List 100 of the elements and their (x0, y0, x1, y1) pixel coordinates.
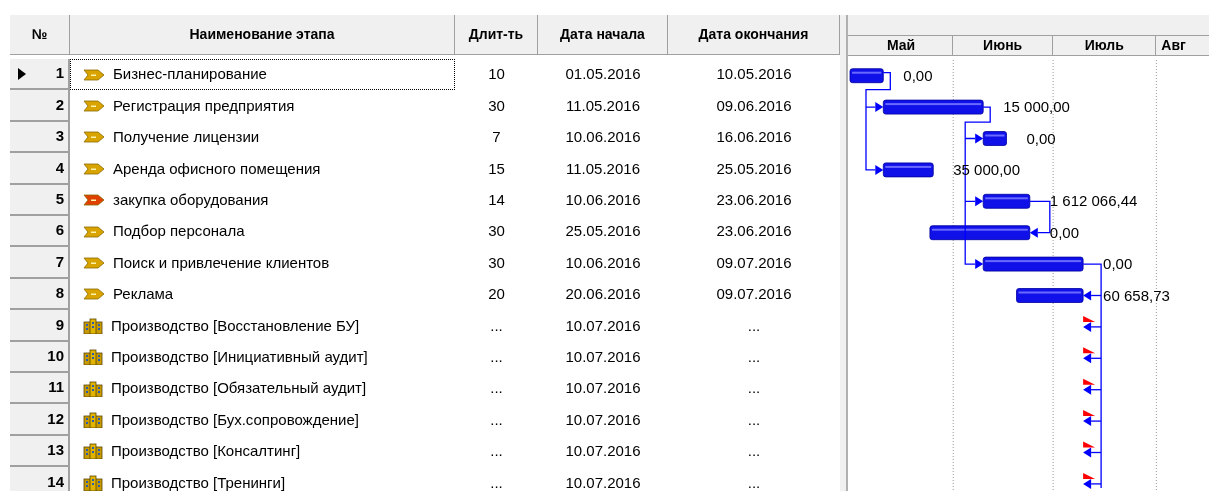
current-row-icon (18, 67, 26, 80)
table-cell-text: ... (746, 441, 762, 462)
row-number: 14 (47, 471, 64, 491)
row-header[interactable]: 14 (10, 467, 70, 491)
table-cell-text: 09.07.2016 (715, 284, 793, 305)
building-icon (83, 317, 103, 334)
row-number: 1 (55, 63, 64, 84)
table-cell-text: ... (746, 315, 762, 336)
table-cell-text: 09.07.2016 (715, 252, 793, 273)
table-cell-text: 30 (487, 221, 506, 242)
building-icon (83, 412, 103, 428)
flag-icon (1083, 441, 1096, 448)
row-number: 10 (47, 345, 64, 366)
table-cell-text: 10.07.2016 (564, 441, 642, 462)
column-header[interactable]: Наименование этапа (70, 15, 455, 55)
row-number: 7 (55, 251, 64, 272)
table-cell-text: 11.05.2016 (565, 95, 641, 116)
table-cell-text: 10.07.2016 (564, 409, 642, 430)
task-bar[interactable] (982, 193, 1031, 209)
row-header[interactable]: 4 (10, 153, 70, 185)
flag-icon (1083, 347, 1096, 354)
table-cell-text: ... (746, 378, 762, 399)
table-cell-text: ... (489, 315, 504, 336)
stage-name: Производство [Бух.сопровождение] (111, 409, 359, 430)
task-bar[interactable] (929, 225, 1031, 241)
row-header[interactable]: 5 (10, 184, 70, 216)
month-header: Июнь (953, 36, 1054, 55)
stage-name: Получение лицензии (113, 127, 260, 148)
row-header[interactable]: 12 (10, 404, 70, 436)
row-header[interactable]: 9 (10, 310, 70, 342)
stage-name: Производство [Тренинги] (111, 472, 286, 491)
stage-name: Поиск и привлечение клиентов (113, 252, 330, 273)
table-cell-text: 23.06.2016 (715, 190, 793, 210)
row-header[interactable]: 1 (10, 59, 70, 91)
table-cell-text: ... (746, 346, 762, 367)
arrowhead-icon (1083, 416, 1092, 427)
table-cell-text: 15 (487, 158, 506, 179)
cost-label: 0,00 (903, 67, 933, 83)
stage-name: закупка оборудования (113, 190, 269, 210)
cost-label: 15 000,00 (1003, 99, 1070, 115)
arrowhead-icon (1083, 447, 1092, 458)
row-number: 4 (55, 157, 64, 178)
stage-name: Производство [Инициативный аудит] (111, 346, 368, 367)
table-cell-text: 10.07.2016 (564, 315, 642, 336)
task-bar[interactable] (882, 162, 934, 178)
row-header[interactable]: 8 (10, 278, 70, 311)
building-icon (83, 443, 103, 460)
column-header[interactable]: № (10, 15, 70, 55)
table-cell-text: 10.07.2016 (564, 378, 642, 399)
flag-icon (1083, 472, 1096, 479)
arrowhead-icon (1083, 321, 1092, 332)
table-cell-text: ... (489, 346, 504, 367)
arrowhead-icon (975, 259, 984, 270)
column-header[interactable]: Длит-ть (455, 15, 538, 55)
table-cell-text: 10.07.2016 (564, 346, 642, 367)
stage-name: Подбор персонала (113, 221, 245, 242)
row-number: 5 (55, 189, 64, 209)
arrowhead-icon (1083, 384, 1092, 395)
table-cell-text: 30 (487, 252, 506, 273)
arrowhead-icon (975, 196, 984, 207)
task-bar[interactable] (982, 256, 1084, 272)
table-cell-text: 09.06.2016 (715, 95, 793, 116)
table-cell-text: ... (489, 378, 504, 399)
flag-icon (1083, 315, 1096, 322)
stage-name: Реклама (113, 284, 174, 305)
table-cell-text: ... (489, 409, 504, 430)
row-header[interactable]: 10 (10, 341, 70, 373)
month-header: Июль (1053, 36, 1157, 55)
table-cell-text: 10.07.2016 (564, 472, 642, 491)
arrowhead-icon (875, 164, 884, 175)
table-cell-text: ... (489, 441, 504, 462)
task-bar[interactable] (982, 131, 1007, 146)
table-cell-text: 10 (487, 64, 506, 85)
row-header[interactable]: 3 (10, 121, 70, 154)
task-bar[interactable] (882, 99, 984, 115)
row-header[interactable]: 2 (10, 90, 70, 122)
building-icon (83, 474, 103, 491)
table-cell-text: ... (746, 472, 762, 491)
arrowhead-icon (1083, 478, 1092, 489)
row-number: 13 (47, 440, 64, 461)
cost-label: 1 612 066,44 (1049, 193, 1138, 209)
row-header[interactable]: 13 (10, 435, 70, 468)
arrowhead-icon (1029, 227, 1038, 238)
stage-name: Аренда офисного помещения (113, 158, 321, 179)
table-cell-text: 10.06.2016 (564, 252, 642, 273)
column-header[interactable]: Дата начала (538, 15, 668, 55)
table-cell-text: 10.06.2016 (564, 127, 642, 148)
stage-name: Производство [Восстановление БУ] (111, 315, 360, 336)
table-cell-text: 30 (487, 95, 506, 116)
flag-icon (1083, 378, 1096, 385)
arrowhead-icon (875, 102, 884, 113)
row-header[interactable]: 11 (10, 372, 70, 405)
row-header[interactable]: 7 (10, 247, 70, 279)
table-cell-text: 01.05.2016 (564, 64, 642, 85)
month-header: Май (850, 36, 954, 55)
arrowhead-icon (975, 133, 984, 144)
row-header[interactable]: 6 (10, 215, 70, 248)
task-bar[interactable] (849, 68, 884, 84)
table-cell-text: ... (489, 472, 504, 491)
column-header[interactable]: Дата окончания (668, 15, 840, 55)
